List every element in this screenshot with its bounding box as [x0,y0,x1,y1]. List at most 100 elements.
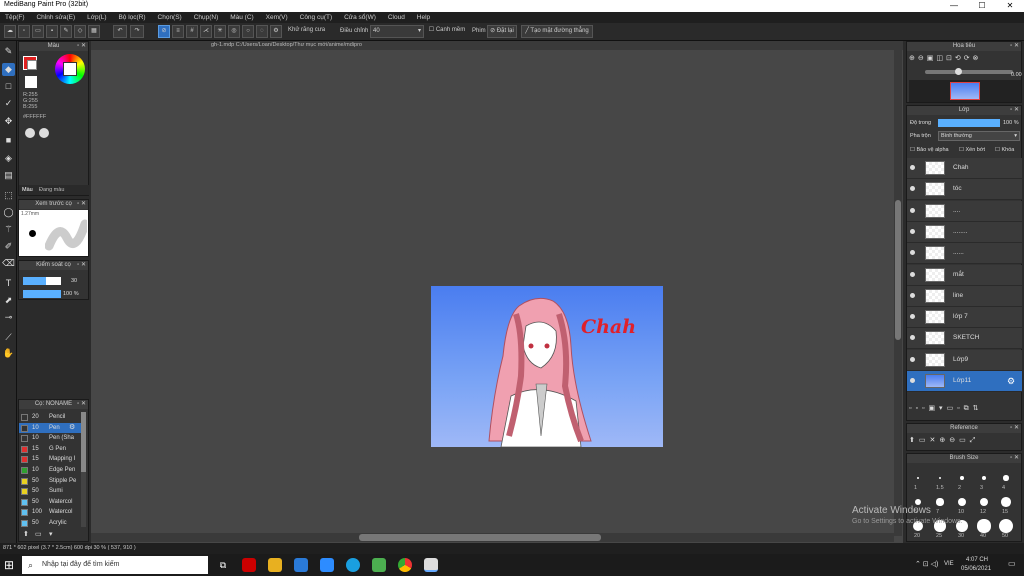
task-view-icon[interactable]: ⧉ [216,558,230,572]
rectangle-tool-icon[interactable]: □ [2,80,15,93]
close-icon[interactable]: ▫ ✕ [1010,424,1019,433]
menu-layer[interactable]: Lớp(L) [82,12,111,23]
artwork-canvas[interactable]: Chah [431,286,663,447]
layer-row[interactable]: line [907,285,1022,307]
navigator-zoom-buttons[interactable]: ⊕⊖▣◫⊡⟲⟳⊗ [909,54,1021,66]
medibang-taskbar-icon[interactable] [424,558,438,572]
snap-grid-icon[interactable]: # [186,25,198,38]
brush-size-slider[interactable] [23,277,61,285]
brush-item[interactable]: 20 Pencil [19,412,85,423]
close-icon[interactable]: ▫ ✕ [1010,106,1019,115]
brush-item[interactable]: 10 Pen (Sha [19,433,85,444]
eraser-icon[interactable]: ◇ [74,25,86,38]
brush-item[interactable]: 15 G Pen [19,444,85,455]
horizontal-scrollbar[interactable] [91,533,894,542]
brush-item[interactable]: 50 Stipple Pe [19,476,85,487]
file-tab[interactable]: gh-1.mdp C:/Users/Loan/Desktop/Thư mục m… [91,41,903,50]
layer-opacity-slider[interactable] [938,119,1000,127]
close-button[interactable]: ✕ [996,0,1024,12]
snap-radial-icon[interactable]: ⋌ [200,25,212,38]
adjust-select[interactable]: 40 ▾ [370,25,424,38]
snap-parallel-icon[interactable]: ≡ [172,25,184,38]
close-icon[interactable]: ▫ ✕ [77,261,86,270]
lock-checkbox[interactable]: ☐ Khóa [995,147,1014,153]
menu-file[interactable]: Tệp(F) [0,12,30,23]
menu-edit[interactable]: Chỉnh sửa(E) [31,12,80,23]
select-pen-tool-icon[interactable]: ✐ [2,240,15,253]
menu-view[interactable]: Xem(V) [261,12,293,23]
snap-off-icon[interactable]: ⊘ [158,25,170,38]
redo-icon[interactable]: ↷ [130,25,144,38]
horizontal-scrollbar-thumb[interactable] [359,534,601,541]
operation-tool-icon[interactable]: ⬈ [2,294,15,307]
eye-icon[interactable] [910,186,915,192]
brush-item[interactable]: 10 Edge Pen [19,465,85,476]
clock-date[interactable]: 05/06/2021 [961,566,991,572]
save-icon[interactable]: ▪ [46,25,58,38]
eraser-tool-icon[interactable]: ◆ [2,63,15,76]
brush-size-option[interactable] [960,476,964,480]
menu-cloud[interactable]: Cloud [383,12,410,23]
antialias-toggle[interactable]: Khử răng cưa [288,25,336,38]
tray-icons[interactable]: ⌃ ⊡ ◁) [915,560,938,568]
tab-palette[interactable]: Đang màu [39,187,64,193]
eyedropper-tool-icon[interactable]: ⊸ [2,311,15,324]
background-color-swatch[interactable] [27,60,37,70]
transparent-color-swatch[interactable] [25,76,37,88]
layer-row[interactable]: Lớp9 [907,349,1022,371]
protect-alpha-checkbox[interactable]: ☐ Bảo vệ alpha [910,147,949,153]
maximize-button[interactable]: ☐ [968,0,996,12]
brush-size-option[interactable] [936,498,944,506]
snap-ellipse-icon[interactable]: ○ [242,25,254,38]
chrome-icon[interactable] [398,558,412,572]
taskbar-search[interactable]: ⌕ Nhập tại đây để tìm kiếm [22,556,208,574]
brush-item[interactable]: 10 Pen ⚙ [19,422,85,434]
tab-color[interactable]: Màu [22,187,33,193]
opera-icon[interactable] [242,558,256,572]
menu-tools[interactable]: Công cụ(T) [295,12,338,23]
grid-icon[interactable]: ▦ [88,25,100,38]
close-icon[interactable]: ▫ ✕ [1010,454,1019,463]
edge-checkbox[interactable]: ☐ Canh mềm [428,25,466,38]
store-icon[interactable] [372,558,386,572]
add-brush-icon[interactable]: ⬆ [23,530,29,538]
close-icon[interactable]: ▫ ✕ [77,200,86,209]
navigator-preview[interactable] [909,80,1021,102]
vertical-scrollbar-thumb[interactable] [895,200,901,340]
brush-size-option[interactable] [958,498,966,506]
brush-icon[interactable]: ✎ [60,25,72,38]
blend-mode-select[interactable]: Bình thường ▾ [938,131,1020,141]
saturation-square[interactable] [63,62,77,76]
eye-icon[interactable] [910,292,915,298]
menu-select[interactable]: Chọn(S) [153,12,187,23]
close-icon[interactable]: ▫ ✕ [77,42,86,51]
eye-icon[interactable] [910,335,915,341]
gradient-tool-icon[interactable]: ▤ [2,169,15,182]
select-tool-icon[interactable]: ⬚ [2,189,15,202]
edge-browser-icon[interactable] [346,558,360,572]
language-indicator[interactable]: VIE [944,561,954,567]
brush-list-scrollbar[interactable] [81,412,86,527]
brush-opacity-slider[interactable] [23,290,61,298]
menu-color[interactable]: Màu (C) [225,12,258,23]
menu-snap[interactable]: Chụp(N) [189,12,224,23]
menu-filter[interactable]: Bộ lọc(R) [113,12,150,23]
mail-icon[interactable] [294,558,308,572]
brush-size-option[interactable] [981,475,987,481]
brush-size-option[interactable] [1003,475,1009,481]
snap-settings-icon[interactable]: ⚙ [270,25,282,38]
layer-row[interactable]: ...... [907,243,1022,265]
notification-icon[interactable]: ▭ [1008,559,1018,571]
picker-icon[interactable] [39,128,49,138]
scrollbar-thumb[interactable] [81,412,86,472]
brush-item[interactable]: 15 Mapping I [19,454,85,465]
zoom-app-icon[interactable] [320,558,334,572]
undo-icon[interactable]: ↶ [113,25,127,38]
select-eraser-tool-icon[interactable]: ⌫ [2,257,15,270]
navigator-viewport[interactable] [950,82,980,100]
eye-icon[interactable] [910,165,915,170]
brush-folder-icon[interactable]: ▭ [35,530,42,538]
fill-rect-tool-icon[interactable]: ■ [2,134,15,147]
brush-item[interactable]: 50 Watercol [19,497,85,508]
eye-icon[interactable] [910,378,915,383]
